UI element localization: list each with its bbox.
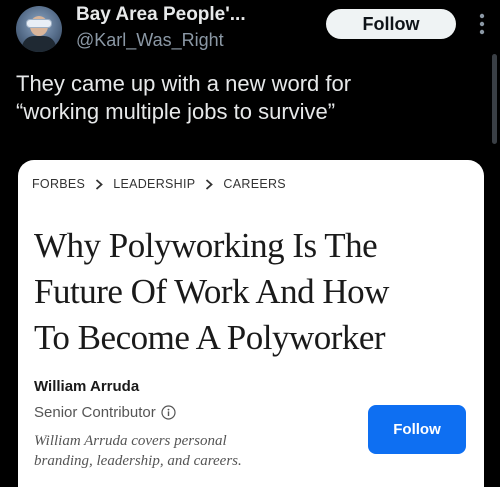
breadcrumb-item-careers[interactable]: CAREERS: [223, 177, 286, 191]
follow-author-button[interactable]: Follow: [368, 405, 466, 454]
author-role-label: Senior Contributor: [34, 404, 156, 421]
chevron-right-icon: [95, 178, 104, 190]
post-header: Bay Area People'... @Karl_Was_Right Foll…: [0, 0, 500, 62]
more-vertical-icon[interactable]: [473, 12, 491, 36]
avatar-vr-headset: [26, 19, 52, 28]
scrollbar[interactable]: [492, 54, 497, 144]
author-name[interactable]: William Arruda: [34, 378, 139, 395]
author-bio-line: branding, leadership, and careers.: [34, 453, 242, 469]
article-card[interactable]: FORBES LEADERSHIP CAREERS Why Polyworkin…: [18, 160, 484, 487]
headline-line: Why Polyworking Is The: [34, 226, 378, 265]
post-text-line: They came up with a new word for: [16, 71, 352, 96]
follow-button[interactable]: Follow: [326, 9, 456, 39]
avatar[interactable]: [16, 6, 62, 52]
author-role: Senior Contributor: [34, 404, 176, 421]
post-text: They came up with a new word for “workin…: [16, 70, 482, 126]
breadcrumb-item-leadership[interactable]: LEADERSHIP: [113, 177, 195, 191]
user-handle[interactable]: @Karl_Was_Right: [76, 30, 224, 51]
author-bio: William Arruda covers personal branding,…: [34, 431, 324, 471]
breadcrumb-item-forbes[interactable]: FORBES: [32, 177, 85, 191]
chevron-right-icon: [205, 178, 214, 190]
display-name[interactable]: Bay Area People'...: [76, 4, 246, 26]
post-text-line: “working multiple jobs to survive”: [16, 99, 336, 124]
info-icon[interactable]: [161, 405, 176, 420]
headline-line: To Become A Polyworker: [34, 318, 386, 357]
breadcrumb: FORBES LEADERSHIP CAREERS: [32, 177, 286, 191]
avatar-body: [22, 36, 56, 52]
headline-line: Future Of Work And How: [34, 272, 389, 311]
article-headline[interactable]: Why Polyworking Is The Future Of Work An…: [34, 223, 474, 361]
author-bio-line: William Arruda covers personal: [34, 433, 227, 449]
